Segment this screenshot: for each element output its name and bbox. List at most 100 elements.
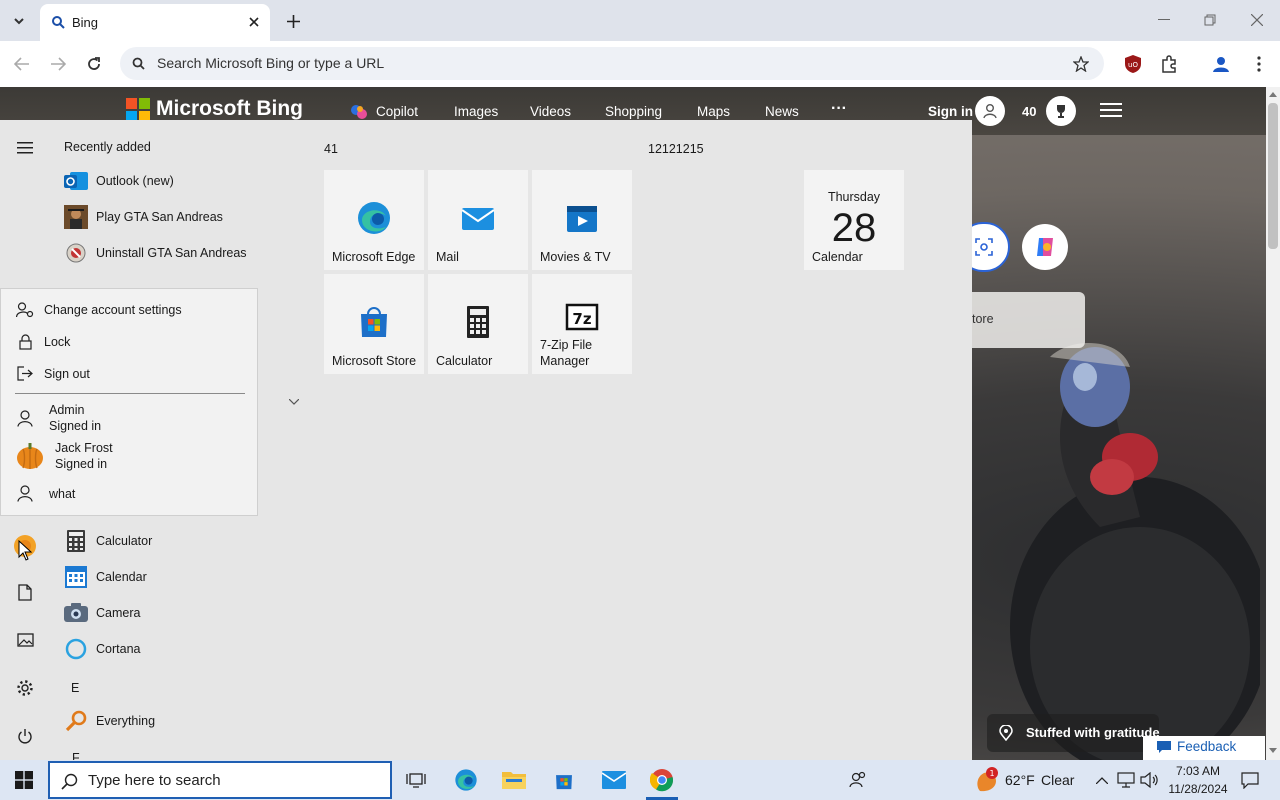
browser-tab[interactable]: Bing bbox=[40, 4, 270, 41]
chevron-down-icon[interactable] bbox=[288, 393, 300, 408]
nav-maps[interactable]: Maps bbox=[697, 104, 730, 119]
lock-item[interactable]: Lock bbox=[15, 334, 70, 350]
address-placeholder: Search Microsoft Bing or type a URL bbox=[157, 55, 385, 71]
app-label: Cortana bbox=[96, 642, 141, 656]
clock-time[interactable]: 7:03 AM bbox=[1166, 764, 1230, 778]
calendar-date: 28 bbox=[831, 206, 877, 250]
bookmark-star-icon[interactable] bbox=[1070, 53, 1092, 75]
close-tab-icon[interactable] bbox=[244, 12, 264, 32]
extensions-puzzle-icon[interactable] bbox=[1157, 52, 1181, 76]
rewards-trophy-icon[interactable] bbox=[1046, 96, 1076, 126]
svg-text:7z: 7z bbox=[572, 310, 591, 328]
rewards-count[interactable]: 40 bbox=[1022, 104, 1036, 119]
browser-menu-icon[interactable] bbox=[1247, 52, 1271, 76]
taskbar-edge-icon[interactable] bbox=[450, 765, 482, 795]
user-status: Signed in bbox=[55, 457, 108, 471]
taskbar-mail-icon[interactable] bbox=[598, 765, 630, 795]
tile-movies-tv[interactable]: Movies & TV bbox=[532, 170, 632, 270]
movies-icon bbox=[564, 200, 600, 236]
tile-calculator[interactable]: Calculator bbox=[428, 274, 528, 374]
sign-out-item[interactable]: Sign out bbox=[15, 366, 90, 381]
app-label: Calendar bbox=[96, 570, 147, 584]
app-cortana[interactable]: Cortana bbox=[64, 634, 140, 664]
user-what[interactable]: what bbox=[15, 485, 75, 502]
letter-f-header[interactable]: F bbox=[72, 752, 80, 760]
tab-search-button[interactable] bbox=[8, 10, 30, 32]
address-bar[interactable]: Search Microsoft Bing or type a URL bbox=[120, 47, 1104, 80]
forward-icon[interactable] bbox=[46, 52, 70, 76]
minimize-icon[interactable] bbox=[1152, 10, 1176, 30]
tile-group-title[interactable]: 41 bbox=[324, 142, 338, 156]
profile-icon[interactable] bbox=[1209, 52, 1233, 76]
nav-copilot[interactable]: Copilot bbox=[376, 104, 418, 119]
tile-mail[interactable]: Mail bbox=[428, 170, 528, 270]
show-hidden-icons-chevron-icon[interactable] bbox=[1090, 765, 1114, 795]
nav-shopping[interactable]: Shopping bbox=[605, 104, 662, 119]
change-account-settings-item[interactable]: Change account settings bbox=[15, 302, 182, 318]
tile-microsoft-edge[interactable]: Microsoft Edge bbox=[324, 170, 424, 270]
feedback-button[interactable]: Feedback bbox=[1143, 736, 1265, 760]
file-explorer-icon[interactable] bbox=[498, 765, 530, 795]
pictures-icon[interactable] bbox=[14, 629, 36, 651]
7zip-icon: 7z bbox=[564, 302, 600, 338]
clock-date[interactable]: 11/28/2024 bbox=[1160, 782, 1236, 796]
tile-7zip[interactable]: 7z 7-Zip File Manager bbox=[532, 274, 632, 374]
taskbar-chrome-icon[interactable] bbox=[646, 765, 678, 795]
restore-icon[interactable] bbox=[1198, 10, 1222, 30]
app-label: Uninstall GTA San Andreas bbox=[96, 246, 247, 260]
reload-icon[interactable] bbox=[82, 52, 106, 76]
weather-icon[interactable]: 1 bbox=[972, 765, 1004, 795]
network-icon[interactable] bbox=[1114, 765, 1138, 795]
power-icon[interactable] bbox=[14, 725, 36, 747]
windows-start-icon[interactable] bbox=[8, 765, 40, 795]
app-camera[interactable]: Camera bbox=[64, 598, 140, 628]
close-window-icon[interactable] bbox=[1245, 10, 1269, 30]
tab-title: Bing bbox=[72, 15, 99, 30]
page-scrollbar[interactable] bbox=[1266, 87, 1280, 760]
app-uninstall-gta[interactable]: Uninstall GTA San Andreas bbox=[64, 238, 247, 268]
notifications-icon[interactable] bbox=[1234, 765, 1266, 795]
nav-videos[interactable]: Videos bbox=[530, 104, 571, 119]
back-icon[interactable] bbox=[10, 52, 34, 76]
expand-menu-icon[interactable] bbox=[14, 137, 36, 159]
user-avatar-icon[interactable] bbox=[975, 96, 1005, 126]
app-calendar[interactable]: Calendar bbox=[64, 562, 147, 592]
scrollbar-thumb[interactable] bbox=[1268, 103, 1278, 249]
sign-in-link[interactable]: Sign in bbox=[928, 104, 973, 119]
bing-logo-text[interactable]: Microsoft Bing bbox=[156, 97, 303, 121]
calendar-day: Thursday bbox=[827, 190, 881, 204]
taskbar-store-icon[interactable] bbox=[548, 765, 580, 795]
store-card[interactable]: tore bbox=[960, 292, 1085, 348]
temperature[interactable]: 62°F bbox=[1005, 772, 1035, 788]
edge-icon bbox=[356, 200, 392, 236]
user-icon bbox=[15, 485, 35, 502]
tile-calendar-live[interactable]: Thursday 28 Calendar bbox=[804, 170, 904, 270]
app-play-gta[interactable]: Play GTA San Andreas bbox=[64, 202, 223, 232]
nav-more[interactable]: ··· bbox=[831, 100, 847, 118]
letter-e-header[interactable]: E bbox=[71, 681, 79, 695]
lock-label: Lock bbox=[44, 335, 71, 349]
image-caption[interactable]: Stuffed with gratitude bbox=[987, 714, 1160, 752]
app-everything[interactable]: Everything bbox=[64, 706, 155, 736]
hamburger-menu-icon[interactable] bbox=[1100, 102, 1122, 121]
copilot-button-icon[interactable] bbox=[1022, 224, 1068, 270]
taskbar-search-box[interactable]: Type here to search bbox=[48, 761, 392, 799]
app-outlook-new[interactable]: Outlook (new) bbox=[64, 166, 174, 196]
user-jack-frost[interactable]: Jack Frost Signed in bbox=[15, 440, 113, 472]
documents-icon[interactable] bbox=[14, 581, 36, 603]
weather-condition[interactable]: Clear bbox=[1041, 772, 1074, 788]
task-view-icon[interactable] bbox=[400, 765, 432, 795]
new-tab-icon[interactable] bbox=[282, 10, 304, 32]
volume-icon[interactable] bbox=[1137, 765, 1161, 795]
people-icon[interactable] bbox=[842, 765, 874, 795]
tile-microsoft-store[interactable]: Microsoft Store bbox=[324, 274, 424, 374]
ublock-extension-icon[interactable]: uO bbox=[1121, 52, 1145, 76]
nav-images[interactable]: Images bbox=[454, 104, 498, 119]
app-calculator[interactable]: Calculator bbox=[64, 526, 152, 556]
sign-out-label: Sign out bbox=[44, 366, 90, 381]
settings-gear-icon[interactable] bbox=[14, 677, 36, 699]
nav-news[interactable]: News bbox=[765, 104, 799, 119]
user-admin[interactable]: Admin Signed in bbox=[15, 402, 101, 434]
tile-group-title[interactable]: 12121215 bbox=[648, 142, 704, 156]
svg-text:uO: uO bbox=[1128, 61, 1138, 69]
